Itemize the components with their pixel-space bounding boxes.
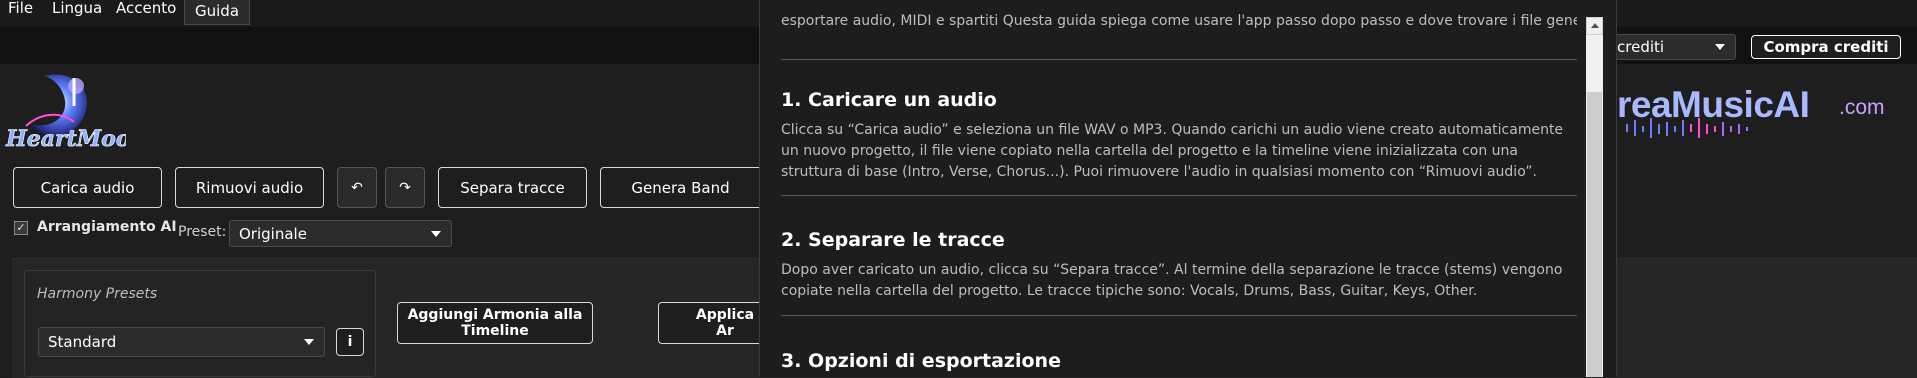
help-section-body: Clicca su “Carica audio” e seleziona un … <box>781 122 1564 180</box>
arrangement-ai-label: Arrangiamento AI <box>37 219 177 235</box>
undo-icon: ↶ <box>351 179 363 196</box>
harmony-presets-title: Harmony Presets <box>37 286 158 302</box>
divider <box>781 195 1577 196</box>
site-logo-suffix: .com <box>1839 96 1885 119</box>
svg-text:HeartMoon: HeartMoon <box>5 126 126 150</box>
preset-label: Preset: <box>178 224 227 240</box>
heartmoon-logo: HeartMoon <box>4 66 147 152</box>
divider <box>781 59 1577 60</box>
load-audio-button[interactable]: Carica audio <box>13 167 162 208</box>
help-section-title: 2. Separare le tracce <box>781 229 1005 251</box>
help-section-title: 3. Opzioni di esportazione <box>781 350 1061 372</box>
menu-guida[interactable]: Guida <box>184 0 251 25</box>
scroll-up-arrow-icon[interactable] <box>1586 17 1603 35</box>
separate-tracks-button[interactable]: Separa tracce <box>438 167 587 208</box>
buy-credits-button[interactable]: Compra crediti <box>1751 35 1901 59</box>
help-intro: esportare audio, MIDI e spartiti Questa … <box>781 13 1577 29</box>
menu-file[interactable]: File <box>8 0 33 24</box>
site-logo-text: reaMusicAI <box>1617 84 1810 125</box>
help-scrollbar-thumb[interactable] <box>1587 92 1602 377</box>
add-harmony-button[interactable]: Aggiungi Armonia alla Timeline <box>397 302 593 344</box>
harmony-preset-value: Standard <box>48 333 117 351</box>
redo-icon: ↷ <box>399 179 411 196</box>
generate-band-button[interactable]: Genera Band <box>600 167 760 208</box>
help-section-title: 1. Caricare un audio <box>781 89 997 111</box>
remove-audio-button[interactable]: Rimuovi audio <box>175 167 324 208</box>
undo-button[interactable]: ↶ <box>337 167 377 208</box>
help-section-body: Dopo aver caricato un audio, clicca su “… <box>781 262 1563 299</box>
chevron-down-icon <box>1715 44 1725 50</box>
credits-select[interactable]: crediti <box>1617 34 1736 60</box>
help-content: esportare audio, MIDI e spartiti Questa … <box>781 0 1577 377</box>
divider <box>781 315 1577 316</box>
credits-select-value: crediti <box>1617 38 1665 56</box>
menu-accento[interactable]: Accento <box>116 0 176 24</box>
chevron-down-icon <box>304 339 314 345</box>
preset-select-value: Originale <box>239 224 307 243</box>
help-dialog: esportare audio, MIDI e spartiti Questa … <box>759 0 1617 377</box>
preset-select[interactable]: Originale <box>229 220 452 247</box>
harmony-info-button[interactable]: i <box>336 328 364 356</box>
harmony-preset-select[interactable]: Standard <box>38 327 325 357</box>
redo-button[interactable]: ↷ <box>385 167 425 208</box>
apply-harmony-button[interactable]: Applica Ar <box>658 302 759 344</box>
menu-lingua[interactable]: Lingua <box>52 0 102 24</box>
chevron-down-icon <box>431 230 441 237</box>
arrangement-ai-checkbox[interactable]: ✓ <box>14 221 28 235</box>
